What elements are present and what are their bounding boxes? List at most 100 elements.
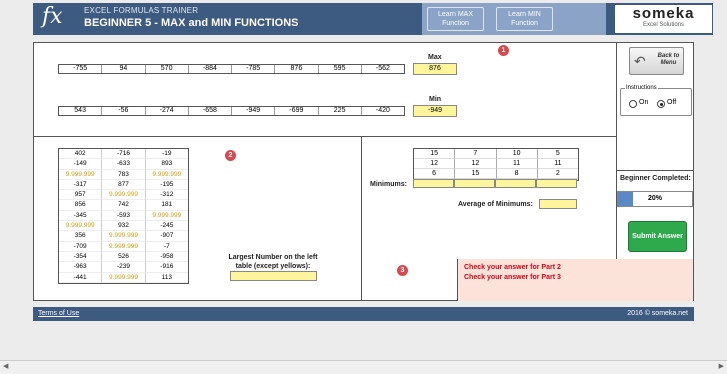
table-cell: 9.999.999 (102, 190, 146, 201)
page-title: BEGINNER 5 - MAX and MIN FUNCTIONS (84, 17, 299, 29)
number-cell: -56 (102, 107, 146, 115)
number-cell: 876 (275, 65, 319, 73)
logo-subtext: Excel Solutions (642, 22, 685, 28)
table-cell: -195 (145, 180, 188, 191)
table-row: -345 -593 9.999.999 (59, 210, 188, 222)
table-cell: -441 (59, 272, 103, 283)
horizontal-scrollbar[interactable]: ◀ ▶ (0, 360, 727, 374)
table-cell: 181 (145, 200, 188, 211)
grid-cell: 6 (414, 169, 456, 179)
terms-of-use-link[interactable]: Terms of Use (38, 310, 79, 317)
scroll-left-icon[interactable]: ◀ (3, 362, 8, 370)
table-cell: -354 (59, 251, 103, 263)
table-cell: 932 (102, 221, 146, 232)
back-to-menu-button[interactable]: ↶ Back to Menu (629, 47, 684, 75)
grid-cell: 5 (537, 149, 578, 159)
number-table: 402 -716 -19 -149 -633 893 9.999.999 783 9.999.9… (58, 148, 189, 284)
table-cell: -245 (145, 221, 188, 232)
number-cell: -755 (59, 65, 103, 73)
table-cell: 402 (59, 149, 103, 160)
part1-badge: 1 (498, 45, 509, 56)
app-subtitle: EXCEL FORMULAS TRAINER (84, 6, 199, 15)
number-cell: -785 (232, 65, 276, 73)
minimum-input[interactable] (454, 179, 495, 188)
off-label: Off (667, 99, 677, 106)
table-row: 856 742 181 (59, 200, 188, 211)
table-cell: -317 (59, 179, 103, 191)
max-label: Max (428, 54, 442, 61)
fx-icon: fx (42, 4, 63, 29)
grid-cell: 12 (414, 159, 456, 169)
grid-cell: 8 (496, 169, 538, 179)
table-cell: 356 (59, 231, 103, 242)
minimums-label: Minimums: (370, 181, 407, 188)
table-cell: -593 (102, 210, 146, 222)
table-cell: 9.999.999 (102, 231, 146, 242)
progress-text: 20% (647, 195, 662, 202)
logo-text: someka (632, 5, 695, 22)
table-cell: -709 (59, 241, 103, 252)
table-cell: 877 (102, 179, 146, 191)
number-cell: 543 (59, 107, 103, 115)
max-answer-input[interactable]: 876 (413, 63, 457, 75)
number-cell: -949 (232, 107, 276, 115)
table-cell: 526 (102, 251, 146, 263)
number-cell: 94 (102, 65, 146, 73)
someka-logo[interactable]: someka Excel Solutions (615, 5, 712, 33)
table-cell: 9.999.999 (59, 221, 103, 232)
feedback-part3: Check your answer for Part 3 (464, 274, 561, 281)
minimums-input-row (413, 179, 577, 188)
table-cell: 893 (145, 159, 188, 170)
sidebar-divider (616, 42, 617, 259)
table-cell: -963 (59, 262, 103, 273)
back-arrow-icon: ↶ (634, 53, 646, 69)
copyright-text: 2016 © someka.net (627, 310, 688, 317)
submit-answer-button[interactable]: Submit Answer (628, 221, 687, 252)
grid-row: 15 7 10 5 (414, 149, 578, 159)
table-cell: -345 (59, 210, 103, 222)
table-row: -354 526 -958 (59, 251, 188, 263)
table-cell: 9.999.999 (102, 241, 146, 252)
table-cell: 9.999.999 (59, 169, 103, 180)
minimum-input[interactable] (536, 179, 577, 188)
average-input[interactable] (539, 199, 577, 209)
learn-max-button[interactable]: Learn MAX Function (427, 7, 484, 31)
table-row: -441 9.999.999 113 (59, 272, 188, 283)
table-cell: 856 (59, 200, 103, 211)
average-label: Average of Minimums: (458, 201, 533, 208)
feedback-box: Check your answer for Part 2 Check your … (457, 259, 693, 301)
table-cell: 9.999.999 (102, 272, 146, 283)
grid-cell: 10 (496, 149, 538, 159)
minimum-input[interactable] (413, 179, 454, 188)
table-row: 356 9.999.999 -907 (59, 231, 188, 242)
min-number-row: 543 -56 -274 -658 -949 -699 225 -420 (58, 106, 405, 116)
grid-cell: 11 (537, 159, 578, 169)
table-cell: -907 (145, 231, 188, 242)
scroll-right-icon[interactable]: ▶ (719, 362, 724, 370)
table-row: 957 9.999.999 -312 (59, 190, 188, 201)
min-answer-input[interactable]: -949 (413, 105, 457, 117)
number-cell: -658 (189, 107, 232, 115)
minimum-input[interactable] (495, 179, 536, 188)
table-cell: -916 (145, 262, 188, 273)
number-cell: -562 (375, 65, 390, 72)
grid-cell: 2 (537, 169, 578, 179)
number-cell: 570 (146, 65, 189, 73)
completed-label: Beginner Completed: (620, 175, 691, 182)
table-cell: -633 (102, 159, 146, 170)
table-cell: -149 (59, 159, 103, 170)
table-row: -317 877 -195 (59, 179, 188, 191)
largest-number-input[interactable] (230, 271, 317, 281)
part3-badge: 3 (397, 265, 408, 276)
grid-row: 12 12 11 11 (414, 159, 578, 169)
footer-bar: Terms of Use 2016 © someka.net (33, 307, 694, 321)
number-cell: -884 (189, 65, 232, 73)
back-label: Back to Menu (657, 53, 680, 66)
instructions-on-radio[interactable] (629, 100, 637, 108)
learn-min-button[interactable]: Learn MIN Function (496, 7, 553, 31)
table-cell: -958 (145, 252, 188, 263)
instructions-off-radio[interactable] (657, 100, 665, 108)
instructions-label: Instructions (625, 85, 658, 91)
table-cell: 957 (59, 190, 103, 201)
grid-row: 6 15 8 2 (414, 169, 578, 179)
